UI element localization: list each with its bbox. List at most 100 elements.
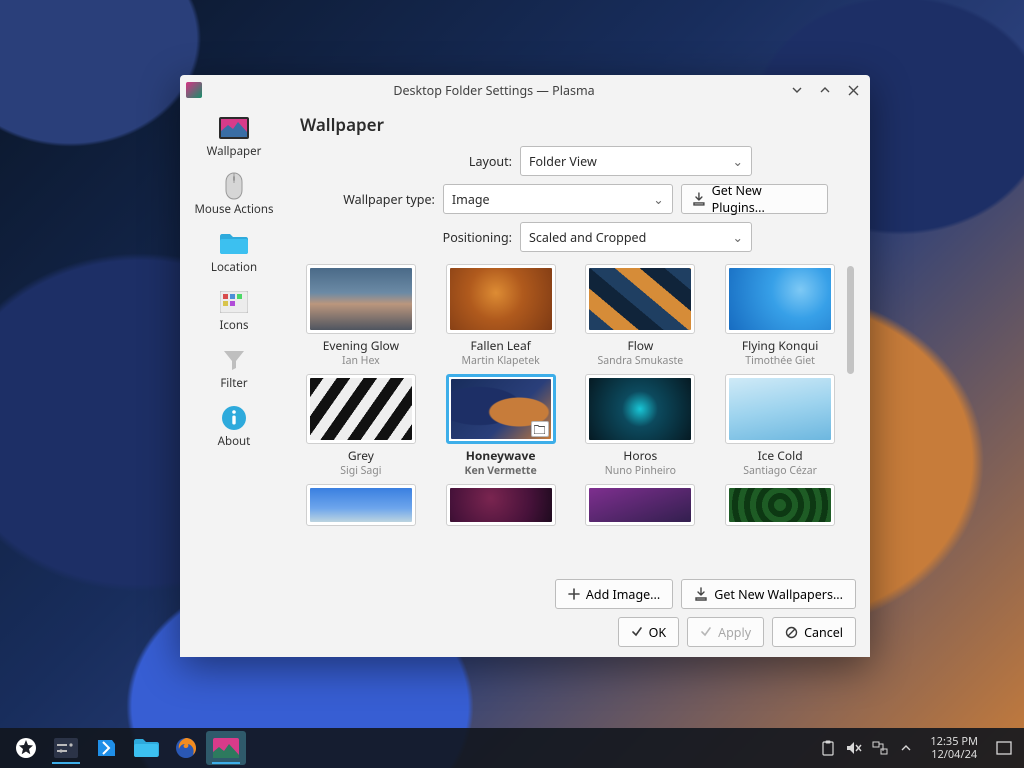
wallpaper-thumbnail	[306, 264, 416, 334]
window-title: Desktop Folder Settings — Plasma	[208, 82, 780, 99]
page-title: Wallpaper	[300, 113, 856, 136]
scrollbar-thumb[interactable]	[847, 266, 854, 374]
cancel-icon	[785, 626, 798, 639]
wallpaper-name: Evening Glow	[323, 337, 399, 354]
wallpaper-name: Horos	[623, 447, 657, 464]
wallpaper-name: Grey	[348, 447, 374, 464]
add-image-button[interactable]: Add Image...	[555, 579, 673, 609]
wallpaper-card[interactable]: FlowSandra Smukaste	[580, 264, 702, 368]
wallpaper-card[interactable]: GreySigi Sagi	[300, 374, 422, 478]
plus-icon	[568, 588, 580, 600]
wallpaper-card[interactable]: Evening GlowIan Hex	[300, 264, 422, 368]
wallpaper-author: Nuno Pinheiro	[605, 464, 676, 478]
wallpaper-name: Flow	[627, 337, 653, 354]
maximize-button[interactable]	[814, 79, 836, 101]
wallpaper-card[interactable]: Flying KonquiTimothée Giet	[719, 264, 841, 368]
chevron-down-icon: ⌄	[733, 153, 743, 170]
category-mouse-actions[interactable]: Mouse Actions	[186, 167, 282, 223]
wallpaper-name: Ice Cold	[758, 447, 803, 464]
category-icons[interactable]: Icons	[186, 283, 282, 339]
category-location[interactable]: Location	[186, 225, 282, 281]
taskbar-item-discover[interactable]	[86, 731, 126, 765]
category-filter[interactable]: Filter	[186, 341, 282, 397]
get-new-plugins-button[interactable]: Get New Plugins...	[681, 184, 828, 214]
category-label: Location	[211, 260, 257, 275]
wallpaper-thumbnail	[585, 484, 695, 526]
wallpaper-author: Ian Hex	[342, 354, 380, 368]
thumbnail-image	[450, 488, 552, 522]
network-icon[interactable]	[872, 740, 888, 756]
type-value: Image	[452, 191, 490, 208]
clock[interactable]: 12:35 PM 12/04/24	[922, 735, 986, 761]
positioning-value: Scaled and Cropped	[529, 229, 646, 246]
download-icon	[692, 192, 706, 206]
volume-muted-icon[interactable]	[846, 740, 862, 756]
layout-combo[interactable]: Folder View⌄	[520, 146, 752, 176]
titlebar[interactable]: Desktop Folder Settings — Plasma	[180, 75, 870, 105]
category-label: Wallpaper	[207, 144, 262, 159]
wallpaper-card[interactable]: HorosNuno Pinheiro	[580, 374, 702, 478]
thumbnail-image	[450, 268, 552, 330]
thumbnail-image	[310, 268, 412, 330]
category-label: About	[218, 434, 251, 449]
wallpaper-card[interactable]: Ice ColdSantiago Cézar	[719, 374, 841, 478]
wallpaper-thumbnail	[725, 484, 835, 526]
thumbnail-image	[589, 268, 691, 330]
wallpaper-author: Timothée Giet	[745, 354, 815, 368]
scrollbar[interactable]	[845, 262, 856, 571]
wallpaper-author: Ken Vermette	[464, 464, 536, 478]
taskbar: 12:35 PM 12/04/24	[0, 728, 1024, 768]
taskbar-item-plasma-settings[interactable]	[206, 731, 246, 765]
info-icon	[219, 403, 249, 433]
cancel-button[interactable]: Cancel	[772, 617, 856, 647]
wallpaper-name: Fallen Leaf	[470, 337, 530, 354]
settings-window: Desktop Folder Settings — Plasma Wallpap…	[180, 75, 870, 657]
wallpaper-card[interactable]	[580, 484, 702, 526]
show-desktop-button[interactable]	[990, 734, 1018, 762]
wallpaper-thumbnail	[306, 484, 416, 526]
thumbnail-image	[729, 378, 831, 440]
taskbar-item-systemsettings[interactable]	[46, 731, 86, 765]
wallpaper-type-combo[interactable]: Image⌄	[443, 184, 673, 214]
clipboard-icon[interactable]	[820, 740, 836, 756]
app-icon	[186, 82, 202, 98]
taskbar-item-firefox[interactable]	[166, 731, 206, 765]
system-tray	[812, 740, 922, 756]
wallpaper-thumbnail	[725, 374, 835, 444]
funnel-icon	[219, 345, 249, 375]
chevron-down-icon: ⌄	[733, 229, 743, 246]
close-button[interactable]	[842, 79, 864, 101]
category-wallpaper[interactable]: Wallpaper	[186, 109, 282, 165]
tray-expand-icon[interactable]	[898, 740, 914, 756]
wallpaper-card[interactable]	[300, 484, 422, 526]
get-new-wallpapers-button[interactable]: Get New Wallpapers...	[681, 579, 856, 609]
wallpaper-grid[interactable]: Evening GlowIan HexFallen LeafMartin Kla…	[296, 262, 845, 571]
ok-button[interactable]: OK	[618, 617, 680, 647]
app-launcher-button[interactable]	[6, 731, 46, 765]
wallpaper-card[interactable]: Fallen LeafMartin Klapetek	[440, 264, 562, 368]
wallpaper-author: Santiago Cézar	[743, 464, 817, 478]
wallpaper-thumbnail	[446, 264, 556, 334]
check-icon	[631, 626, 643, 638]
apply-button: Apply	[687, 617, 764, 647]
category-about[interactable]: About	[186, 399, 282, 455]
positioning-combo[interactable]: Scaled and Cropped ⌄	[520, 222, 752, 252]
category-sidebar: Wallpaper Mouse Actions Location Icons F…	[180, 105, 288, 657]
folder-icon	[219, 229, 249, 259]
wallpaper-card[interactable]	[719, 484, 841, 526]
thumbnail-image	[589, 378, 691, 440]
wallpaper-card[interactable]: HoneywaveKen Vermette	[440, 374, 562, 478]
wallpaper-thumbnail	[306, 374, 416, 444]
layout-label: Layout:	[400, 153, 512, 170]
minimize-button[interactable]	[786, 79, 808, 101]
wallpaper-thumbnail	[446, 484, 556, 526]
open-containing-folder-button[interactable]	[531, 421, 549, 437]
wallpaper-thumbnail	[446, 374, 556, 444]
category-label: Filter	[220, 376, 247, 391]
wallpaper-author: Sigi Sagi	[340, 464, 381, 478]
taskbar-item-dolphin[interactable]	[126, 731, 166, 765]
wallpaper-card[interactable]	[440, 484, 562, 526]
download-icon	[694, 587, 708, 601]
category-label: Icons	[220, 318, 249, 333]
clock-date: 12/04/24	[931, 748, 977, 761]
